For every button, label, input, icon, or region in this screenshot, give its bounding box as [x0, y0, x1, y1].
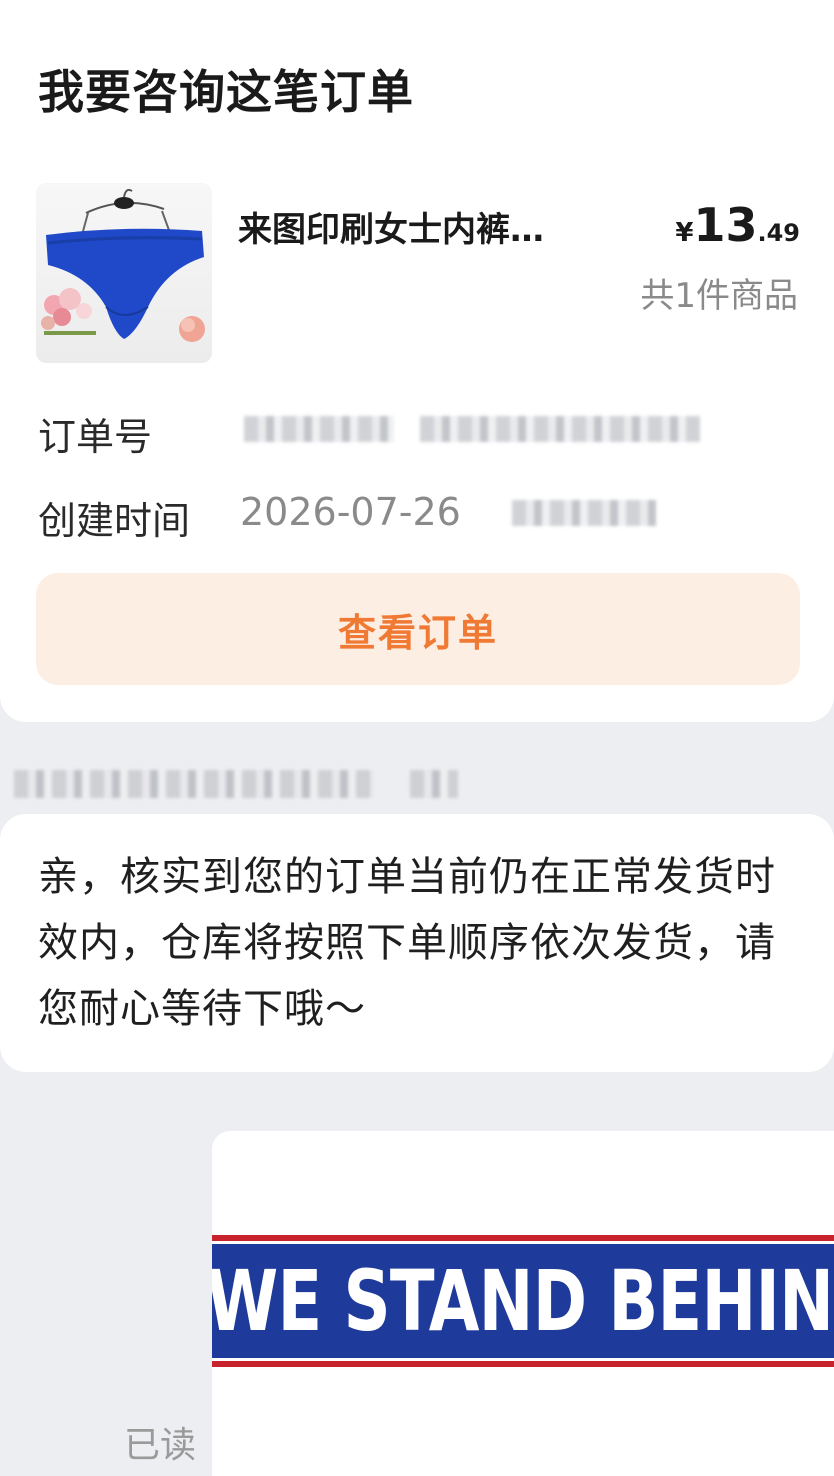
created-time-label: 创建时间 — [38, 499, 191, 543]
product-image — [41, 188, 205, 342]
card-title: 我要咨询这笔订单 — [38, 65, 414, 119]
product-name[interactable]: 来图印刷女士内裤… — [238, 202, 544, 251]
view-order-button[interactable]: 查看订单 — [36, 573, 800, 685]
banner-image: WE STAND BEHIND — [212, 1235, 834, 1367]
product-price: ¥13.49 — [675, 198, 800, 252]
order-number-label: 订单号 — [38, 415, 153, 459]
image-message[interactable]: WE STAND BEHIND — [212, 1131, 834, 1476]
banner-text: WE STAND BEHIND — [212, 1252, 834, 1350]
item-count: 共1件商品 — [640, 276, 798, 316]
price-currency: ¥ — [675, 218, 694, 248]
read-status: 已读 — [124, 1425, 197, 1466]
order-card: 我要咨询这笔订单 来图印刷女士内裤… ¥13.49 共1件商品 订单号 创建时间… — [0, 0, 834, 722]
message-text: 亲，核实到您的订单当前仍在正常发货时效内，仓库将按照下单顺序依次发货，请您耐心等… — [38, 854, 776, 1032]
product-thumbnail[interactable] — [36, 183, 212, 363]
created-date: 2026-07-26 — [240, 490, 461, 534]
message-bubble[interactable]: 亲，核实到您的订单当前仍在正常发货时效内，仓库将按照下单顺序依次发货，请您耐心等… — [0, 814, 834, 1072]
price-integer: 13 — [693, 198, 758, 252]
price-decimal: .49 — [757, 219, 800, 247]
